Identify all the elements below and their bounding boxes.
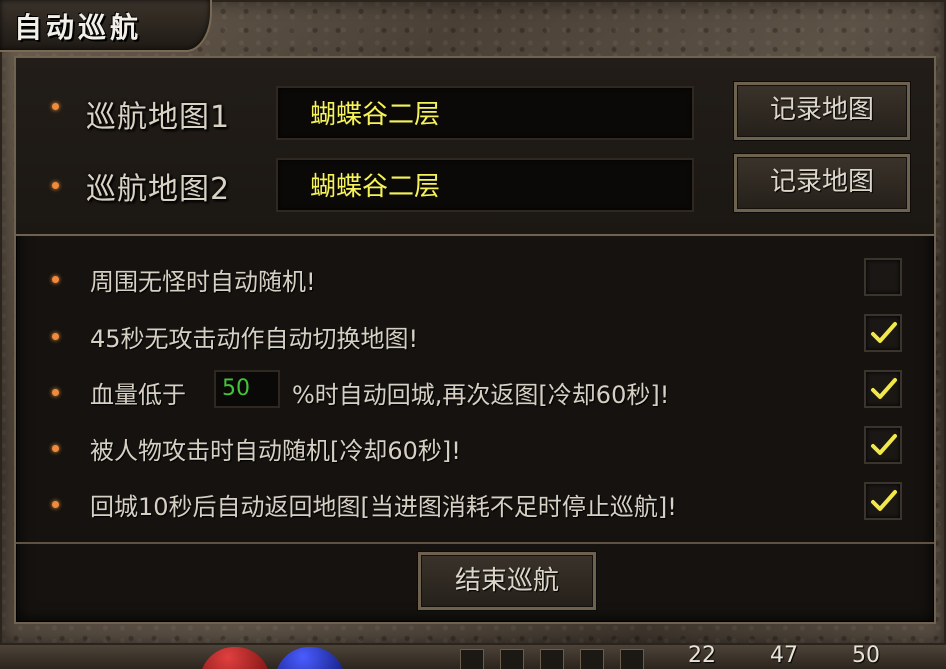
checkbox-random-on-attacked[interactable] xyxy=(864,426,902,464)
bullet-dot-icon xyxy=(52,276,59,283)
skill-slot[interactable] xyxy=(580,649,604,669)
auto-cruise-panel: 巡航地图1 蝴蝶谷二层 记录地图 巡航地图2 蝴蝶谷二层 记录地图 周围无怪时自… xyxy=(14,56,936,624)
window-title: 自动巡航 xyxy=(14,11,143,44)
map2-label: 巡航地图2 xyxy=(86,172,231,207)
bullet-dot-icon xyxy=(52,445,59,452)
option-return-after-10s: 回城10秒后自动返回地图[当进图消耗不足时停止巡航]! xyxy=(90,493,677,521)
hp-threshold-field[interactable]: 50 xyxy=(214,370,280,408)
skill-slot[interactable] xyxy=(540,649,564,669)
checkmark-icon xyxy=(871,434,897,455)
skill-slot[interactable] xyxy=(460,649,484,669)
map1-field[interactable]: 蝴蝶谷二层 xyxy=(276,86,694,140)
skill-slot[interactable] xyxy=(620,649,644,669)
checkmark-icon xyxy=(871,378,897,399)
hp-orb xyxy=(200,647,270,669)
option-random-no-monster: 周围无怪时自动随机! xyxy=(90,268,316,296)
game-bottom-hud: 22 47 50 xyxy=(0,645,946,669)
map1-label: 巡航地图1 xyxy=(86,100,231,135)
checkbox-random-no-monster[interactable] xyxy=(864,258,902,296)
checkbox-return-after-10s[interactable] xyxy=(864,482,902,520)
title-tab: 自动巡航 xyxy=(0,0,212,52)
hud-number: 22 xyxy=(688,645,716,668)
divider xyxy=(16,542,934,544)
option-random-on-attacked: 被人物攻击时自动随机[冷却60秒]! xyxy=(90,437,461,465)
skill-slot[interactable] xyxy=(500,649,524,669)
bullet-dot-icon xyxy=(52,501,59,508)
record-map1-button[interactable]: 记录地图 xyxy=(734,82,910,140)
checkmark-icon xyxy=(871,490,897,511)
hud-number: 50 xyxy=(852,645,880,668)
option-hp-prefix: 血量低于 xyxy=(90,381,186,409)
checkbox-switch-map-45s[interactable] xyxy=(864,314,902,352)
hud-number: 47 xyxy=(770,645,798,668)
bullet-dot-icon xyxy=(52,182,59,189)
option-hp-suffix: %时自动回城,再次返图[冷却60秒]! xyxy=(292,381,670,409)
map-section: 巡航地图1 蝴蝶谷二层 记录地图 巡航地图2 蝴蝶谷二层 记录地图 xyxy=(16,58,934,236)
bullet-dot-icon xyxy=(52,103,59,110)
checkbox-hp-return[interactable] xyxy=(864,370,902,408)
option-switch-map-45s: 45秒无攻击动作自动切换地图! xyxy=(90,325,419,353)
bullet-dot-icon xyxy=(52,333,59,340)
end-cruise-button[interactable]: 结束巡航 xyxy=(418,552,596,610)
map2-field[interactable]: 蝴蝶谷二层 xyxy=(276,158,694,212)
bullet-dot-icon xyxy=(52,389,59,396)
mp-orb xyxy=(275,647,345,669)
window-frame: 自动巡航 巡航地图1 蝴蝶谷二层 记录地图 巡航地图2 蝴蝶谷二层 记录地图 周… xyxy=(0,0,946,645)
record-map2-button[interactable]: 记录地图 xyxy=(734,154,910,212)
checkmark-icon xyxy=(871,322,897,343)
